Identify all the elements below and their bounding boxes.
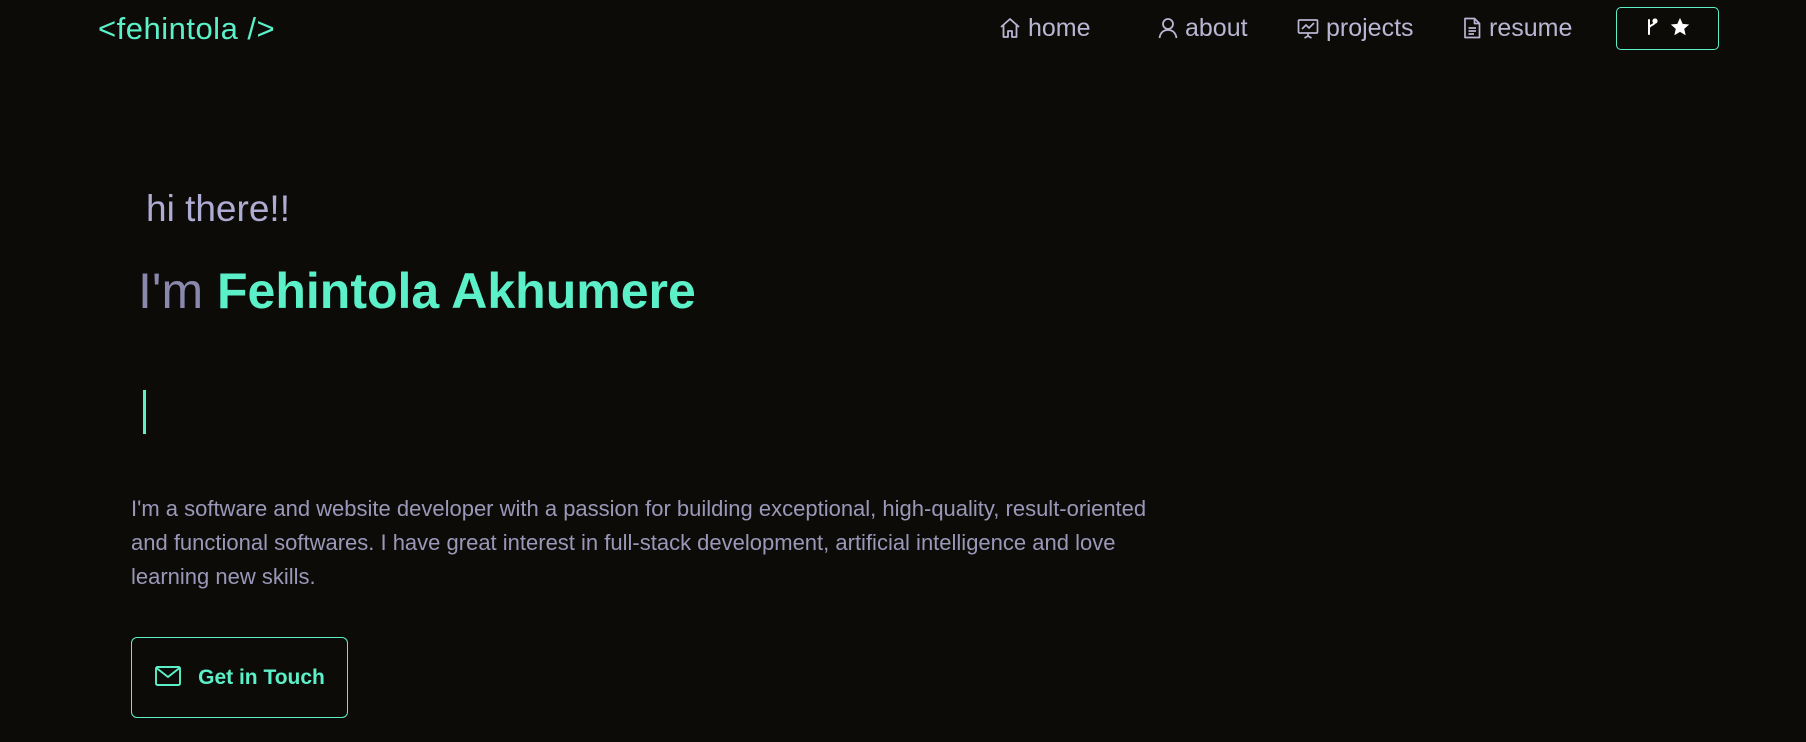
hero-name: Fehintola Akhumere	[217, 263, 696, 319]
github-repo-button[interactable]	[1616, 7, 1719, 50]
nav-resume[interactable]: resume	[1461, 11, 1572, 45]
home-icon	[998, 16, 1022, 40]
star-icon	[1669, 16, 1691, 41]
nav-home[interactable]: home	[998, 11, 1091, 45]
nav-about[interactable]: about	[1157, 11, 1248, 45]
get-in-touch-label: Get in Touch	[198, 665, 325, 689]
get-in-touch-button[interactable]: Get in Touch	[131, 637, 348, 718]
git-fork-icon	[1645, 17, 1659, 40]
mail-icon	[154, 665, 182, 690]
presentation-icon	[1296, 16, 1320, 40]
nav-about-label: about	[1185, 13, 1248, 42]
hero-heading: I'm Fehintola Akhumere	[138, 262, 696, 320]
nav-projects[interactable]: projects	[1296, 11, 1414, 45]
hero-bio: I'm a software and website developer wit…	[131, 496, 1147, 589]
user-icon	[1157, 16, 1179, 40]
main-nav: home about projects resume	[0, 0, 1806, 60]
typing-cursor	[143, 390, 146, 434]
hero-intro-prefix: I'm	[138, 263, 204, 319]
nav-home-label: home	[1028, 13, 1091, 42]
nav-resume-label: resume	[1489, 13, 1573, 42]
document-icon	[1461, 16, 1483, 40]
hero-greeting: hi there!!	[146, 188, 290, 229]
nav-projects-label: projects	[1326, 13, 1414, 42]
